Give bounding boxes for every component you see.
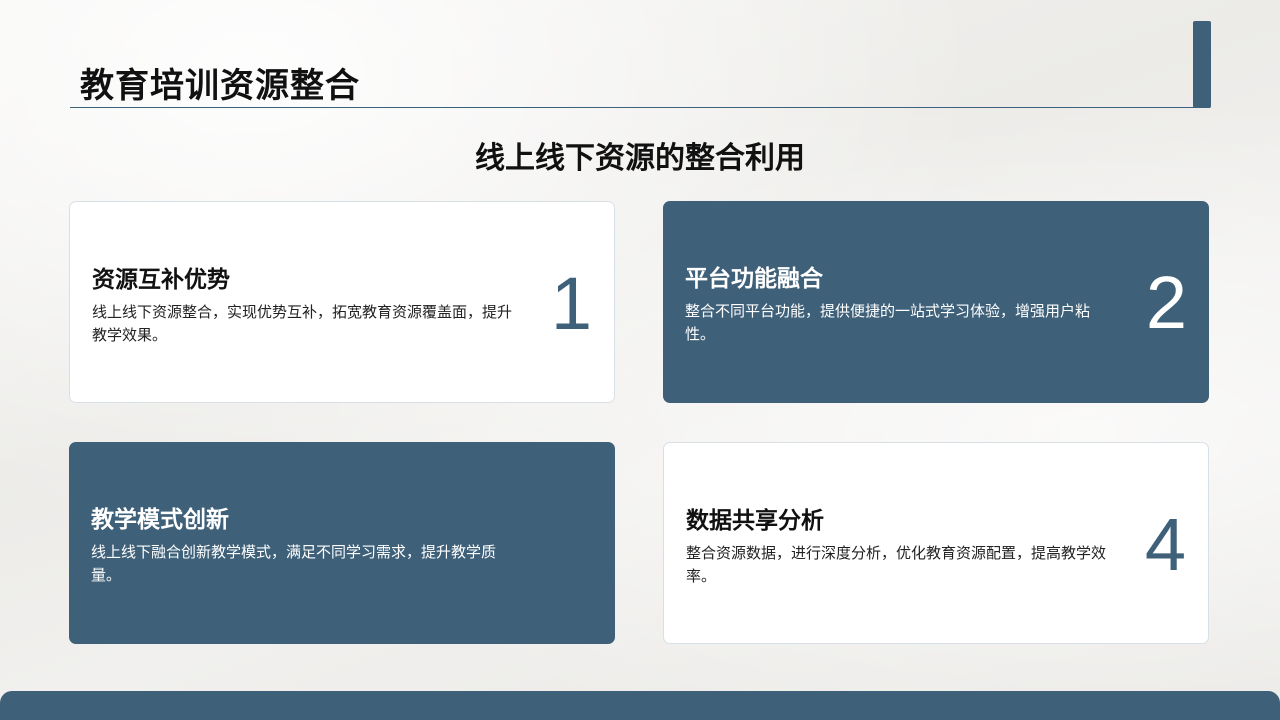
- card-teaching-innovation: 教学模式创新 线上线下融合创新教学模式，满足不同学习需求，提升教学质量。: [69, 442, 615, 644]
- card-title: 教学模式创新: [91, 507, 229, 533]
- card-description: 整合资源数据，进行深度分析，优化教育资源配置，提高教学效率。: [686, 544, 1107, 585]
- card-data-sharing: 数据共享分析 整合资源数据，进行深度分析，优化教育资源配置，提高教学效率。 4: [663, 442, 1209, 644]
- section-subtitle: 线上线下资源的整合利用: [475, 141, 805, 176]
- footer-bar: [0, 691, 1280, 720]
- card-title: 平台功能融合: [685, 266, 823, 292]
- card-description: 线上线下融合创新教学模式，满足不同学习需求，提升教学质量。: [91, 543, 497, 584]
- card-number: 4: [1144, 503, 1186, 586]
- card-description: 线上线下资源整合，实现优势互补，拓宽教育资源覆盖面，提升教学效果。: [92, 303, 513, 344]
- card-title: 数据共享分析: [686, 508, 824, 534]
- card-title: 资源互补优势: [92, 267, 230, 293]
- title-divider: [70, 107, 1210, 108]
- card-platform-fusion: 平台功能融合 整合不同平台功能，提供便捷的一站式学习体验，增强用户粘性。 2: [663, 201, 1209, 403]
- card-number: 2: [1145, 261, 1187, 344]
- card-description: 整合不同平台功能，提供便捷的一站式学习体验，增强用户粘性。: [685, 302, 1091, 343]
- card-resource-complement: 资源互补优势 线上线下资源整合，实现优势互补，拓宽教育资源覆盖面，提升教学效果。…: [69, 201, 615, 403]
- card-number: 1: [550, 262, 592, 345]
- accent-bar: [1193, 21, 1211, 108]
- page-title: 教育培训资源整合: [80, 66, 360, 106]
